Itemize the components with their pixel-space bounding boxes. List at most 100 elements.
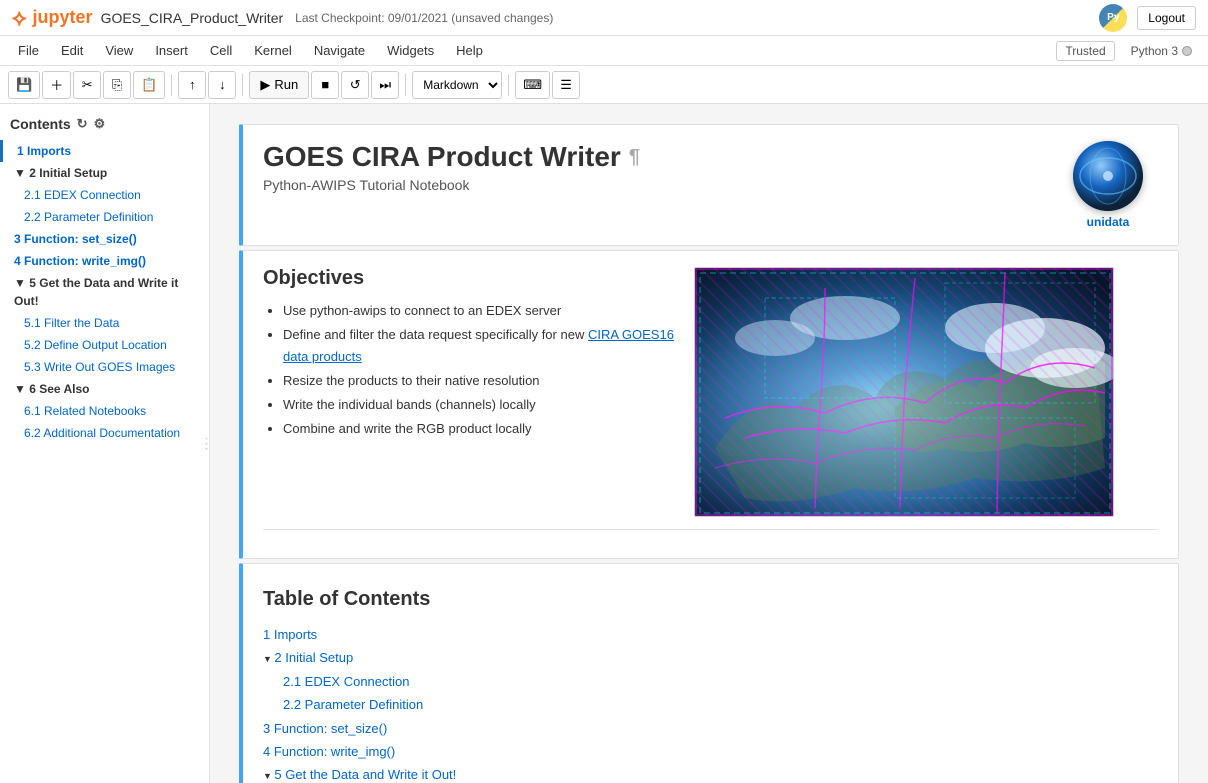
sidebar-item-set-size[interactable]: 3 Function: set_size(): [0, 228, 209, 250]
kernel-name: Python 3: [1131, 44, 1178, 58]
cut-cell-button[interactable]: ✂: [73, 71, 101, 99]
menubar-right: Trusted Python 3: [1056, 41, 1200, 61]
toc-item-4: 4 Function: write_img(): [263, 740, 1158, 763]
objectives-row: Objectives Use python-awips to connect t…: [263, 267, 1158, 517]
menu-cell[interactable]: Cell: [200, 39, 242, 62]
header-row: GOES CIRA Product Writer ¶ Python-AWIPS …: [263, 141, 1158, 229]
sidebar: Contents ↻ ⚙ 1 Imports ▼ 2 Initial Setup…: [0, 104, 210, 783]
run-icon: ▶: [260, 77, 270, 93]
run-label: Run: [274, 77, 298, 92]
menu-navigate[interactable]: Navigate: [304, 39, 375, 62]
satellite-image: [694, 267, 1114, 517]
paste-cell-button[interactable]: 📋: [133, 71, 165, 99]
toc-toggle-5[interactable]: [263, 767, 274, 782]
sidebar-item-see-also[interactable]: ▼ 6 See Also: [0, 378, 209, 400]
logout-button[interactable]: Logout: [1137, 6, 1196, 30]
toc-link-2-1[interactable]: 2.1 EDEX Connection: [283, 674, 409, 689]
objective-5: Combine and write the RGB product locall…: [283, 418, 674, 440]
toolbar-separator-1: [171, 74, 172, 96]
checkpoint-info: Last Checkpoint: 09/01/2021 (unsaved cha…: [295, 11, 553, 25]
objective-4: Write the individual bands (channels) lo…: [283, 394, 674, 416]
toc-link-2-2[interactable]: 2.2 Parameter Definition: [283, 697, 423, 712]
satellite-svg: [695, 268, 1114, 517]
topbar-right: Py Logout: [1099, 4, 1196, 32]
toc-link-4[interactable]: 4 Function: write_img(): [263, 744, 395, 759]
toc-item-2-1: 2.1 EDEX Connection: [263, 670, 1158, 693]
menu-widgets[interactable]: Widgets: [377, 39, 444, 62]
notebook-title[interactable]: GOES_CIRA_Product_Writer: [101, 10, 284, 26]
unidata-logo-text: unidata: [1058, 215, 1158, 229]
sidebar-item-edex-connection[interactable]: 2.1 EDEX Connection: [0, 184, 209, 206]
jupyter-logo-text: jupyter: [33, 7, 93, 28]
jupyter-logo-icon: ⟡: [12, 5, 27, 31]
toc-link-3[interactable]: 3 Function: set_size(): [263, 721, 387, 736]
sidebar-item-output-location[interactable]: 5.2 Define Output Location: [0, 334, 209, 356]
pilcrow-icon: ¶: [629, 146, 640, 169]
sidebar-item-initial-setup[interactable]: ▼ 2 Initial Setup: [0, 162, 209, 184]
objectives-list: Use python-awips to connect to an EDEX s…: [263, 300, 674, 441]
sidebar-title-text: Contents: [10, 116, 71, 132]
trusted-badge: Trusted: [1056, 41, 1114, 61]
sidebar-item-parameter-definition[interactable]: 2.2 Parameter Definition: [0, 206, 209, 228]
sidebar-refresh-icon[interactable]: ↻: [77, 116, 88, 132]
toc-item-2: 2 Initial Setup: [263, 646, 1158, 669]
toc-link-2[interactable]: 2 Initial Setup: [274, 650, 353, 665]
menu-file[interactable]: File: [8, 39, 49, 62]
kernel-info: Python 3: [1123, 42, 1200, 60]
interrupt-button[interactable]: ■: [311, 71, 339, 99]
menu-view[interactable]: View: [95, 39, 143, 62]
objective-3: Resize the products to their native reso…: [283, 370, 674, 392]
save-button[interactable]: 💾: [8, 71, 40, 99]
toolbar-separator-3: [405, 74, 406, 96]
cira-link[interactable]: CIRA GOES16data products: [283, 327, 674, 364]
python-logo-icon: Py: [1099, 4, 1127, 32]
move-up-button[interactable]: ↑: [178, 71, 206, 99]
sidebar-item-imports[interactable]: 1 Imports: [0, 140, 209, 162]
sidebar-item-write-img[interactable]: 4 Function: write_img(): [0, 250, 209, 272]
menu-help[interactable]: Help: [446, 39, 493, 62]
objectives-cell: Objectives Use python-awips to connect t…: [239, 250, 1179, 559]
objective-1: Use python-awips to connect to an EDEX s…: [283, 300, 674, 322]
toc-link-5[interactable]: 5 Get the Data and Write it Out!: [274, 767, 456, 782]
copy-cell-button[interactable]: ⎘: [103, 71, 131, 99]
restart-button[interactable]: ↺: [341, 71, 369, 99]
toc-link-1[interactable]: 1 Imports: [263, 627, 317, 642]
cell-type-select[interactable]: Markdown Code Raw: [412, 71, 502, 99]
menu-insert[interactable]: Insert: [145, 39, 198, 62]
objective-2: Define and filter the data request speci…: [283, 324, 674, 368]
restart-run-button[interactable]: ⏭: [371, 71, 399, 99]
sidebar-item-filter-data[interactable]: 5.1 Filter the Data: [0, 312, 209, 334]
sidebar-item-additional-docs[interactable]: 6.2 Additional Documentation: [0, 422, 209, 444]
toc-item-5: 5 Get the Data and Write it Out!: [263, 763, 1158, 783]
toolbar-separator-4: [508, 74, 509, 96]
run-button[interactable]: ▶ Run: [249, 71, 309, 99]
toc-cell: Table of Contents 1 Imports 2 Initial Se…: [239, 563, 1179, 783]
menu-edit[interactable]: Edit: [51, 39, 93, 62]
header-content: GOES CIRA Product Writer ¶ Python-AWIPS …: [263, 141, 640, 209]
sidebar-item-write-goes[interactable]: 5.3 Write Out GOES Images: [0, 356, 209, 378]
toolbar-separator-2: [242, 74, 243, 96]
toggle-header-button[interactable]: ☰: [552, 71, 580, 99]
toc-list: 1 Imports 2 Initial Setup 2.1 EDEX Conne…: [263, 623, 1158, 783]
toc-item-1: 1 Imports: [263, 623, 1158, 646]
objectives-title: Objectives: [263, 267, 674, 290]
sidebar-drag-handle[interactable]: [204, 104, 209, 783]
sidebar-title: Contents ↻ ⚙: [0, 112, 209, 140]
toc-title: Table of Contents: [263, 588, 1158, 611]
notebook-toc: Table of Contents 1 Imports 2 Initial Se…: [263, 588, 1158, 783]
objectives-divider: [263, 529, 1158, 530]
topbar-left: ⟡ jupyter GOES_CIRA_Product_Writer Last …: [12, 5, 553, 31]
satellite-border: [695, 268, 1113, 516]
menu-kernel[interactable]: Kernel: [244, 39, 302, 62]
notebook-main-title: GOES CIRA Product Writer ¶: [263, 141, 640, 173]
menubar: File Edit View Insert Cell Kernel Naviga…: [0, 36, 1208, 66]
sidebar-settings-icon[interactable]: ⚙: [94, 116, 106, 132]
sidebar-item-get-data[interactable]: ▼ 5 Get the Data and Write it Out!: [0, 272, 209, 312]
unidata-logo: unidata: [1058, 141, 1158, 229]
add-cell-button[interactable]: ＋: [42, 71, 71, 99]
keyboard-shortcuts-button[interactable]: ⌨: [515, 71, 550, 99]
toc-item-3: 3 Function: set_size(): [263, 717, 1158, 740]
move-down-button[interactable]: ↓: [208, 71, 236, 99]
sidebar-item-related-notebooks[interactable]: 6.1 Related Notebooks: [0, 400, 209, 422]
toc-toggle-2[interactable]: [263, 650, 274, 665]
